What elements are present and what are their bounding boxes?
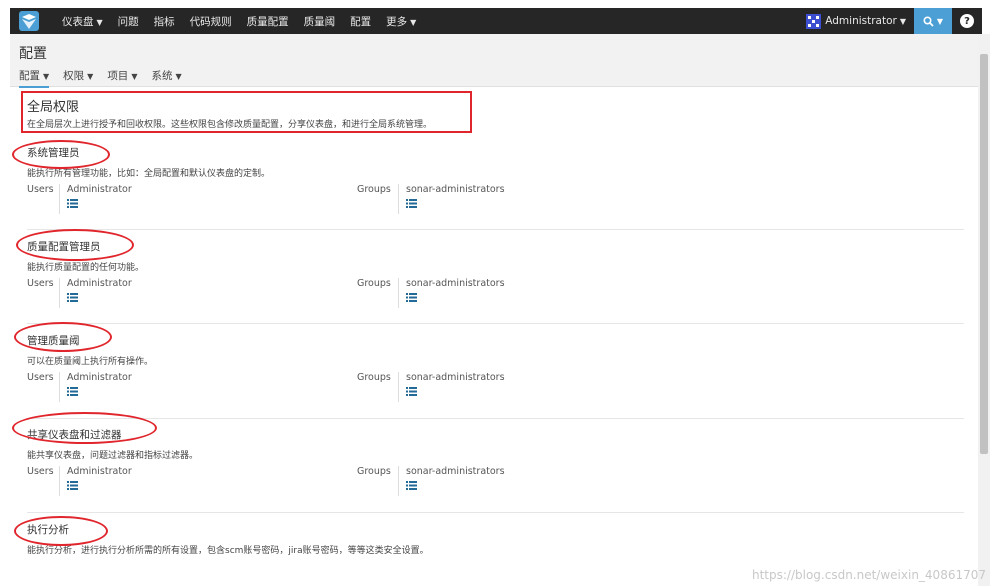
caret-down-icon: ▼ bbox=[87, 72, 94, 81]
section-divider bbox=[27, 323, 964, 324]
caret-down-icon: ▼ bbox=[410, 17, 417, 27]
caret-down-icon: ▼ bbox=[43, 72, 50, 81]
user-name: Administrator bbox=[825, 15, 897, 27]
page-scrollbar[interactable] bbox=[978, 34, 990, 586]
nav-dashboard[interactable]: 仪表盘 ▼ bbox=[62, 14, 103, 29]
permission-section-share-dashboard: 共享仪表盘和过滤器 能共享仪表盘，问题过滤器和指标过滤器。 Users Admi… bbox=[27, 426, 964, 506]
help-button[interactable]: ? bbox=[952, 8, 982, 34]
settings-subnav: 配置 ▼ 权限 ▼ 项目 ▼ 系统 ▼ bbox=[19, 68, 196, 88]
nav-measures[interactable]: 指标 bbox=[154, 14, 175, 29]
scrollbar-thumb[interactable] bbox=[980, 54, 988, 454]
user-menu[interactable]: Administrator ▼ bbox=[806, 13, 906, 29]
section-title: 管理质量阈 bbox=[27, 335, 80, 347]
user-avatar-icon bbox=[806, 13, 822, 29]
users-value: Administrator bbox=[67, 372, 132, 383]
page-header: 配置 配置 ▼ 权限 ▼ 项目 ▼ 系统 ▼ bbox=[10, 34, 978, 88]
list-icon[interactable] bbox=[406, 387, 417, 396]
help-icon: ? bbox=[960, 14, 974, 28]
search-icon bbox=[923, 15, 934, 27]
search-button[interactable]: ▼ bbox=[914, 8, 952, 34]
watermark: https://blog.csdn.net/weixin_40861707 bbox=[751, 568, 986, 582]
caret-down-icon: ▼ bbox=[936, 16, 944, 26]
section-desc: 能共享仪表盘，问题过滤器和指标过滤器。 bbox=[27, 451, 199, 461]
section-divider bbox=[27, 229, 964, 230]
tab-configuration[interactable]: 配置 ▼ bbox=[19, 68, 50, 88]
tab-system[interactable]: 系统 ▼ bbox=[151, 68, 181, 88]
groups-value: sonar-administrators bbox=[406, 184, 505, 195]
users-value: Administrator bbox=[67, 184, 132, 195]
list-icon[interactable] bbox=[406, 481, 417, 490]
list-icon[interactable] bbox=[67, 293, 78, 302]
list-icon[interactable] bbox=[67, 481, 78, 490]
permission-section-profile-admin: 质量配置管理员 能执行质量配置的任何功能。 Users Administrato… bbox=[27, 238, 964, 318]
list-icon[interactable] bbox=[67, 387, 78, 396]
list-icon[interactable] bbox=[67, 199, 78, 208]
annotation-ellipse bbox=[14, 322, 112, 352]
permission-section-gate-admin: 管理质量阈 可以在质量阈上执行所有操作。 Users Administrator… bbox=[27, 332, 964, 412]
caret-down-icon: ▼ bbox=[131, 72, 138, 81]
section-divider bbox=[27, 418, 964, 419]
caret-down-icon: ▼ bbox=[899, 16, 906, 26]
groups-label: Groups bbox=[357, 278, 391, 289]
nav-more[interactable]: 更多 ▼ bbox=[386, 14, 416, 29]
users-label: Users bbox=[27, 466, 54, 477]
groups-label: Groups bbox=[357, 372, 391, 383]
tab-projects[interactable]: 项目 ▼ bbox=[107, 68, 137, 88]
sonar-logo-icon[interactable] bbox=[16, 8, 42, 34]
users-value: Administrator bbox=[67, 466, 132, 477]
section-desc: 能执行质量配置的任何功能。 bbox=[27, 263, 145, 273]
users-label: Users bbox=[27, 184, 54, 195]
nav-quality-gates[interactable]: 质量阈 bbox=[304, 14, 336, 29]
nav-quality-profiles[interactable]: 质量配置 bbox=[247, 14, 289, 29]
section-title: 共享仪表盘和过滤器 bbox=[27, 429, 122, 441]
nav-issues[interactable]: 问题 bbox=[118, 14, 139, 29]
annotation-ellipse bbox=[12, 140, 110, 169]
page-title: 配置 bbox=[19, 46, 47, 62]
groups-value: sonar-administrators bbox=[406, 466, 505, 477]
section-desc: 可以在质量阈上执行所有操作。 bbox=[27, 357, 154, 367]
caret-down-icon: ▼ bbox=[96, 17, 103, 27]
top-navbar: 仪表盘 ▼ 问题 指标 代码规则 质量配置 质量阈 配置 更多 ▼ Administ… bbox=[10, 8, 982, 34]
groups-label: Groups bbox=[357, 184, 391, 195]
nav-settings[interactable]: 配置 bbox=[350, 14, 371, 29]
section-divider bbox=[27, 512, 964, 513]
list-icon[interactable] bbox=[406, 293, 417, 302]
section-desc: 能执行所有管理功能，比如：全局配置和默认仪表盘的定制。 bbox=[27, 169, 271, 179]
users-label: Users bbox=[27, 372, 54, 383]
nav-rules[interactable]: 代码规则 bbox=[190, 14, 232, 29]
list-icon[interactable] bbox=[406, 199, 417, 208]
groups-value: sonar-administrators bbox=[406, 372, 505, 383]
annotation-ellipse bbox=[12, 412, 157, 444]
section-title: 执行分析 bbox=[27, 524, 69, 536]
groups-label: Groups bbox=[357, 466, 391, 477]
tab-permissions[interactable]: 权限 ▼ bbox=[63, 68, 93, 88]
section-title: 系统管理员 bbox=[27, 147, 80, 159]
permission-section-execute-analysis: 执行分析 能执行分析，进行执行分析所需的所有设置，包含scm账号密码，jira账… bbox=[27, 521, 964, 557]
users-label: Users bbox=[27, 278, 54, 289]
section-title: 质量配置管理员 bbox=[27, 241, 101, 253]
annotation-ellipse bbox=[14, 516, 108, 546]
annotation-box bbox=[21, 91, 472, 133]
annotation-ellipse bbox=[16, 229, 134, 261]
caret-down-icon: ▼ bbox=[175, 72, 182, 81]
permission-section-admin: 系统管理员 能执行所有管理功能，比如：全局配置和默认仪表盘的定制。 Users … bbox=[27, 144, 964, 224]
users-value: Administrator bbox=[67, 278, 132, 289]
groups-value: sonar-administrators bbox=[406, 278, 505, 289]
section-desc: 能执行分析，进行执行分析所需的所有设置，包含scm账号密码，jira账号密码，等… bbox=[27, 546, 429, 556]
